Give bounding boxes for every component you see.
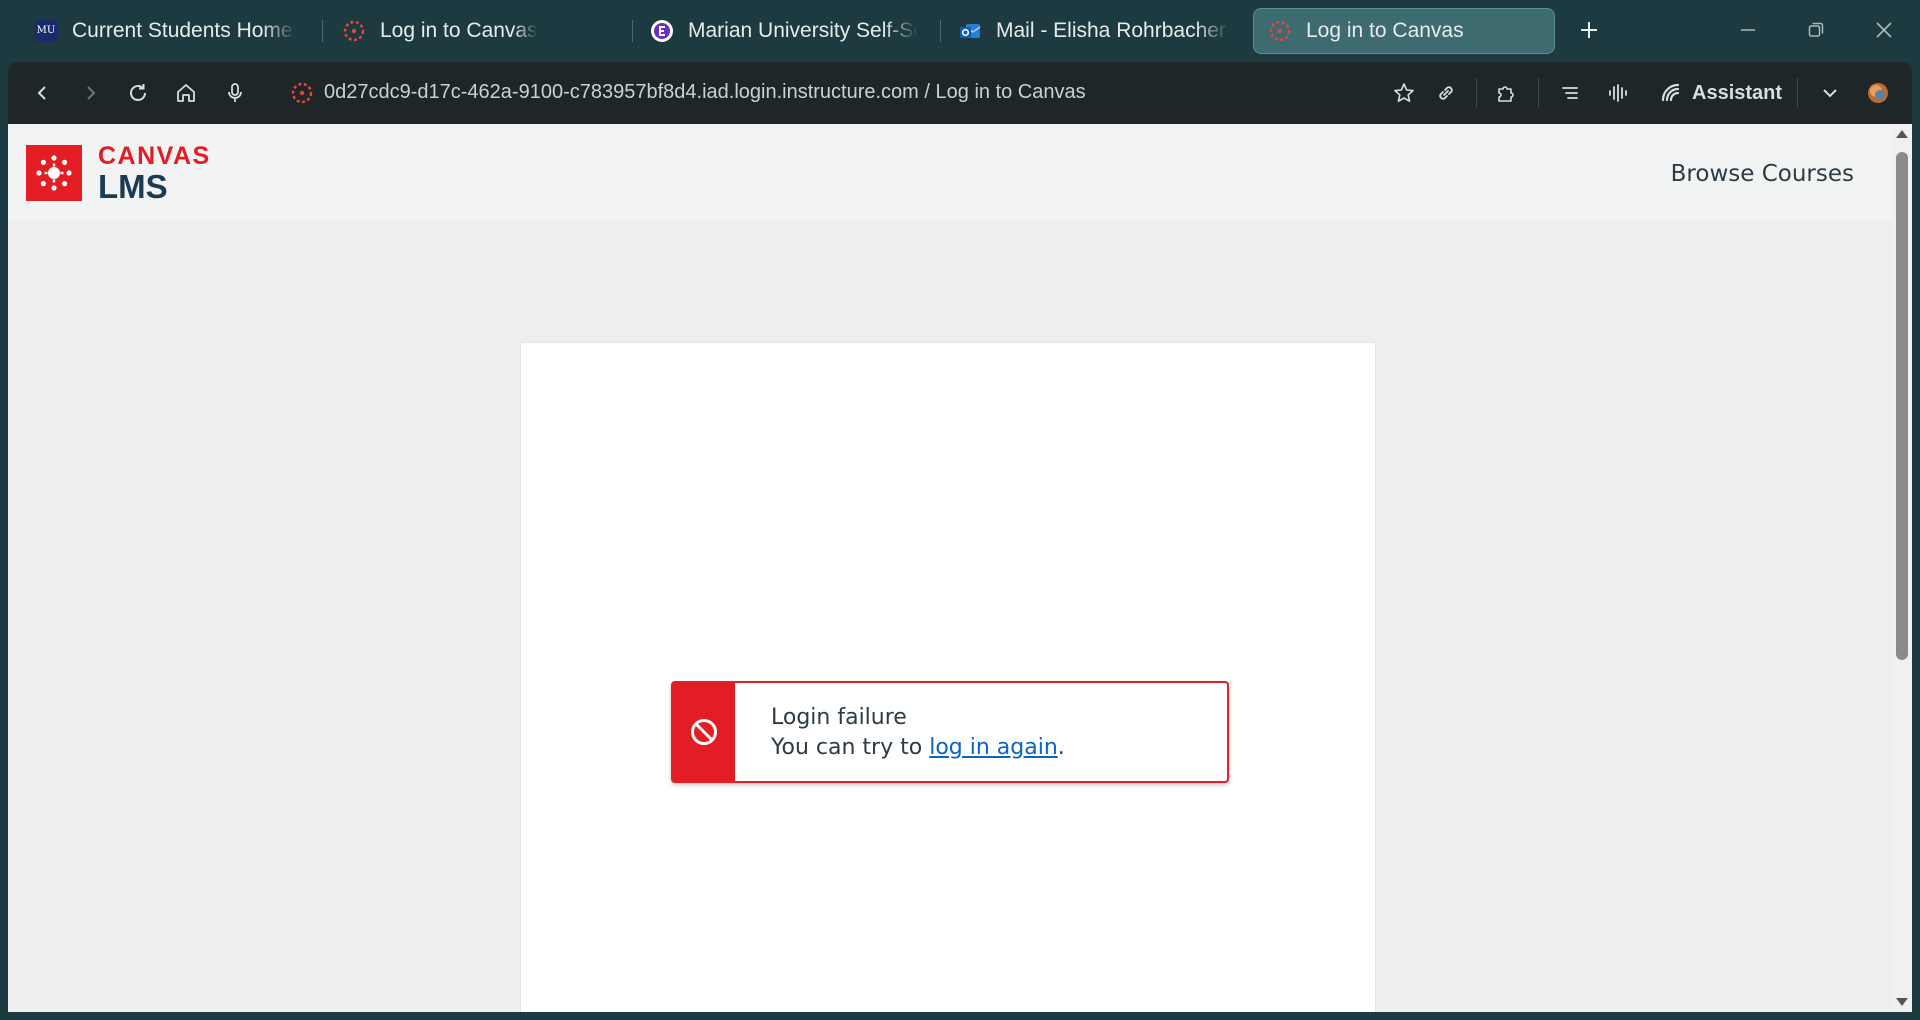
tab-outlook-mail[interactable]: Mail - Elisha Rohrbacher - Outlook bbox=[944, 8, 1244, 54]
bookmark-button[interactable] bbox=[1387, 76, 1421, 110]
tab-label: Mail - Elisha Rohrbacher - Outlook bbox=[996, 19, 1230, 42]
soundwave-icon bbox=[1609, 84, 1627, 102]
tab-canvas-login-active[interactable]: Log in to Canvas bbox=[1253, 8, 1555, 54]
alert-title: Login failure bbox=[771, 705, 907, 730]
tab-label: Marian University Self-Service bbox=[688, 19, 918, 42]
link-icon bbox=[1439, 86, 1453, 100]
extensions-button[interactable] bbox=[1489, 76, 1523, 110]
minimize-icon bbox=[1741, 29, 1755, 31]
tab-label: Log in to Canvas bbox=[380, 19, 538, 42]
canvas-site-icon bbox=[290, 81, 314, 105]
alert-message-prefix: You can try to bbox=[771, 735, 930, 760]
copy-link-button[interactable] bbox=[1429, 76, 1463, 110]
close-icon bbox=[1876, 22, 1892, 38]
alert-message-suffix: . bbox=[1057, 735, 1065, 760]
alert-icon-panel bbox=[673, 683, 735, 781]
page-scrollbar[interactable] bbox=[1892, 124, 1912, 1012]
tab-separator bbox=[322, 20, 323, 42]
logo-text-canvas: CANVAS bbox=[98, 142, 211, 170]
scroll-up-arrow-icon[interactable] bbox=[1896, 130, 1908, 138]
home-icon bbox=[177, 84, 195, 102]
assistant-icon bbox=[1661, 83, 1680, 102]
forward-arrow-icon bbox=[87, 86, 96, 100]
microphone-icon bbox=[228, 83, 242, 102]
tab-separator bbox=[940, 20, 941, 42]
chevron-down-icon bbox=[1823, 89, 1837, 98]
toolbar-separator bbox=[1797, 78, 1798, 108]
new-tab-button[interactable] bbox=[1572, 12, 1606, 48]
dropdown-button[interactable] bbox=[1813, 76, 1847, 110]
home-button[interactable] bbox=[169, 76, 203, 110]
minimize-button[interactable] bbox=[1726, 10, 1770, 50]
close-window-button[interactable] bbox=[1862, 10, 1906, 50]
scroll-down-arrow-icon[interactable] bbox=[1896, 998, 1908, 1006]
back-arrow-icon bbox=[37, 86, 46, 100]
login-card: Login failure You can try to log in agai… bbox=[520, 342, 1376, 1012]
tab-canvas-login-1[interactable]: Log in to Canvas bbox=[328, 8, 628, 54]
profile-button[interactable] bbox=[1861, 76, 1895, 110]
assistant-button[interactable]: Assistant bbox=[1660, 76, 1782, 110]
browse-courses-link[interactable]: Browse Courses bbox=[1671, 161, 1854, 187]
canvas-header: CANVAS LMS Browse Courses bbox=[8, 124, 1892, 220]
plus-icon bbox=[1581, 22, 1597, 38]
forward-button[interactable] bbox=[73, 76, 107, 110]
outlook-icon bbox=[958, 19, 982, 43]
audio-button[interactable] bbox=[1601, 76, 1635, 110]
browser-toolbar: 0d27cdc9-d17c-462a-9100-c783957bf8d4.iad… bbox=[8, 62, 1912, 124]
canvas-icon bbox=[1268, 19, 1292, 43]
login-error-alert: Login failure You can try to log in agai… bbox=[671, 681, 1229, 783]
canvas-logo-icon[interactable] bbox=[26, 145, 82, 201]
ellucian-icon bbox=[650, 19, 674, 43]
address-bar[interactable]: 0d27cdc9-d17c-462a-9100-c783957bf8d4.iad… bbox=[324, 81, 1086, 104]
canvas-icon bbox=[342, 19, 366, 43]
log-in-again-link[interactable]: log in again bbox=[929, 735, 1058, 760]
tab-current-students[interactable]: MU Current Students Home | M bbox=[20, 8, 310, 54]
scrollbar-thumb[interactable] bbox=[1896, 152, 1908, 660]
restore-icon bbox=[1808, 22, 1824, 37]
reload-icon bbox=[130, 84, 146, 101]
page-content: CANVAS LMS Browse Courses Login failure … bbox=[8, 124, 1892, 1012]
tab-separator bbox=[632, 20, 633, 42]
reload-button[interactable] bbox=[121, 76, 155, 110]
restore-button[interactable] bbox=[1794, 10, 1838, 50]
tab-strip: MU Current Students Home | M Log in to C… bbox=[0, 0, 1920, 61]
mu-logo-icon: MU bbox=[34, 19, 58, 43]
logo-text-lms: LMS bbox=[98, 168, 168, 205]
no-entry-icon bbox=[691, 719, 717, 745]
tab-label: Current Students Home | M bbox=[72, 19, 296, 42]
reader-mode-button[interactable] bbox=[1553, 76, 1587, 110]
assistant-label: Assistant bbox=[1692, 81, 1783, 104]
alert-message: You can try to log in again. bbox=[771, 733, 1065, 763]
alert-body: Login failure You can try to log in agai… bbox=[735, 683, 1065, 781]
voice-search-button[interactable] bbox=[218, 76, 252, 110]
profile-avatar-icon bbox=[1868, 83, 1888, 103]
star-icon bbox=[1394, 83, 1414, 102]
tab-self-service[interactable]: Marian University Self-Service bbox=[636, 8, 932, 54]
back-button[interactable] bbox=[26, 76, 60, 110]
toolbar-separator bbox=[1476, 78, 1477, 108]
lines-icon bbox=[1562, 87, 1578, 99]
puzzle-icon bbox=[1498, 86, 1514, 102]
toolbar-separator bbox=[1538, 78, 1539, 108]
tab-label: Log in to Canvas bbox=[1306, 19, 1464, 42]
